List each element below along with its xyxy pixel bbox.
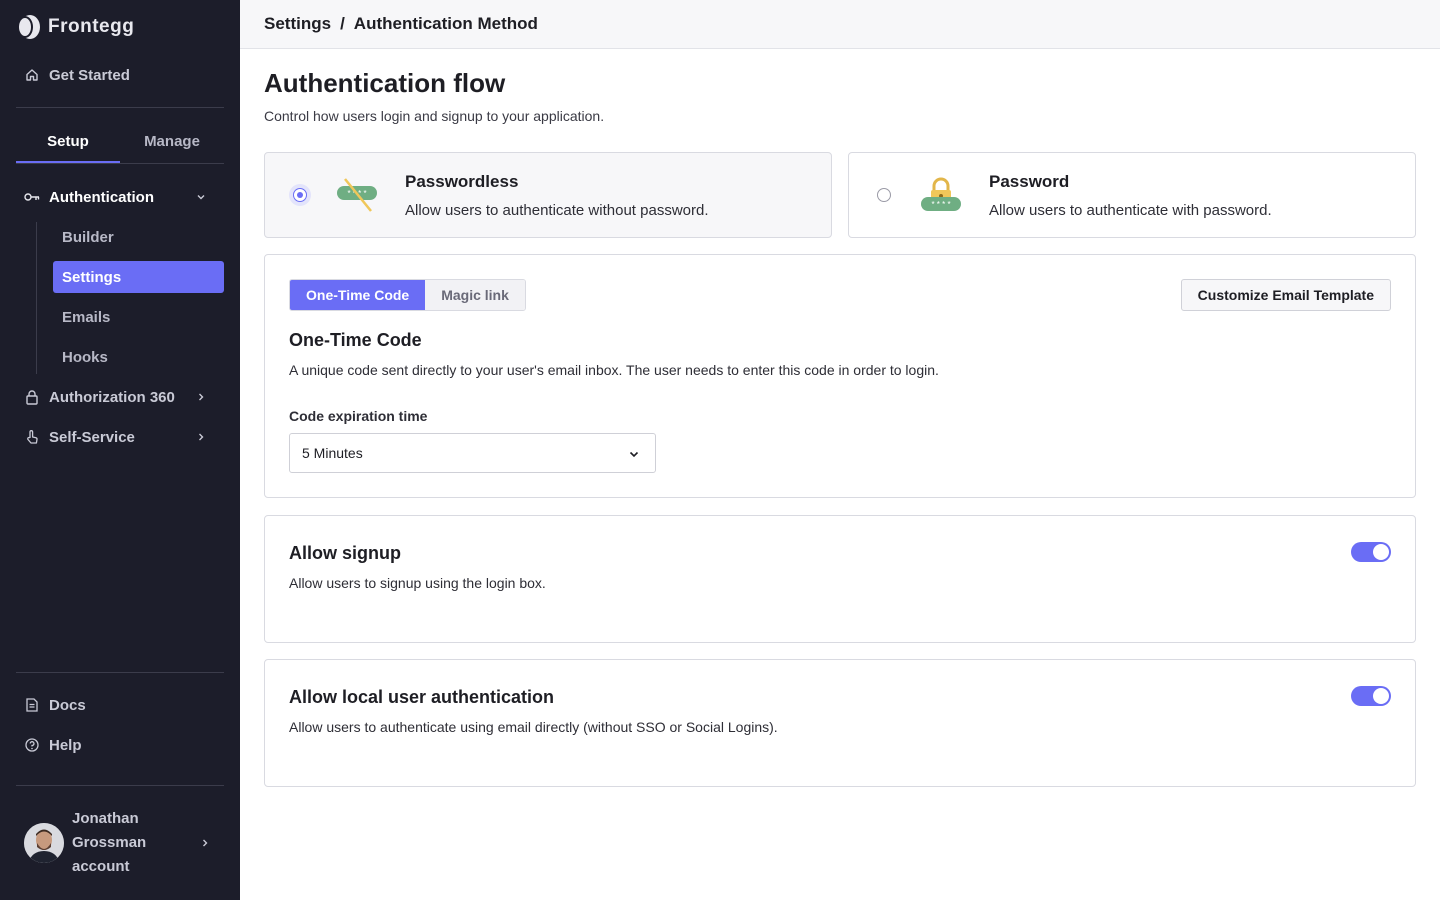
sidebar-item-settings[interactable]: Settings (53, 261, 224, 293)
sidebar-item-builder[interactable]: Builder (53, 221, 224, 253)
allow-signup-description: Allow users to signup using the login bo… (289, 575, 546, 591)
document-icon (24, 697, 40, 713)
frontegg-logo-icon (17, 15, 40, 39)
sidebar: Frontegg Get Started Setup Manage Authen… (0, 0, 240, 900)
nav-label: Docs (49, 696, 86, 714)
breadcrumb: Settings / Authentication Method (240, 0, 1440, 49)
login-method-segmented-control: One-Time Code Magic link (289, 279, 526, 311)
hand-pointer-icon (24, 429, 40, 445)
chevron-down-icon (629, 451, 639, 458)
password-radio[interactable] (877, 188, 891, 202)
chevron-right-icon (199, 393, 204, 401)
nav-docs[interactable]: Docs (16, 689, 224, 721)
code-expiration-select[interactable]: 5 Minutes (289, 433, 656, 473)
breadcrumb-current: Authentication Method (353, 14, 538, 33)
divider (16, 107, 224, 108)
passwordless-option-card[interactable]: * * * * Passwordless Allow users to auth… (264, 152, 832, 238)
chevron-right-icon (203, 839, 208, 847)
divider (16, 672, 224, 673)
customize-email-template-button[interactable]: Customize Email Template (1180, 279, 1391, 311)
nav-self-service[interactable]: Self-Service (16, 421, 224, 453)
user-name: Jonathan Grossman account (72, 810, 147, 875)
chevron-down-icon (197, 195, 205, 200)
avatar (24, 823, 64, 863)
nav-label: Self-Service (49, 428, 135, 446)
nav-get-started[interactable]: Get Started (16, 59, 224, 91)
sidebar-item-emails[interactable]: Emails (53, 301, 224, 333)
allow-signup-title: Allow signup (289, 543, 401, 563)
app-name: Frontegg (48, 16, 135, 37)
tab-setup[interactable]: Setup (16, 122, 120, 163)
allow-local-auth-panel: Allow local user authentication Allow us… (264, 659, 1416, 787)
nav-label: Get Started (49, 66, 130, 84)
page-title: Authentication flow (264, 68, 506, 98)
password-description: Allow users to authenticate with passwor… (989, 202, 1272, 219)
tab-one-time-code[interactable]: One-Time Code (290, 280, 426, 310)
passwordless-radio[interactable] (293, 188, 307, 202)
nav-label: Authentication (49, 188, 154, 206)
chevron-right-icon (199, 433, 204, 441)
code-expiration-label: Code expiration time (289, 408, 428, 424)
sidebar-item-hooks[interactable]: Hooks (53, 341, 224, 373)
tab-magic-link[interactable]: Magic link (425, 280, 525, 310)
allow-signup-panel: Allow signup Allow users to signup using… (264, 515, 1416, 643)
allow-local-auth-title: Allow local user authentication (289, 687, 555, 707)
passwordless-title: Passwordless (405, 172, 519, 191)
breadcrumb-settings[interactable]: Settings (264, 14, 331, 34)
svg-text:* * * *: * * * * (931, 200, 950, 209)
lock-icon (24, 389, 40, 405)
allow-local-auth-toggle[interactable] (1351, 686, 1391, 706)
page-subtitle: Control how users login and signup to yo… (264, 108, 605, 124)
password-lock-icon: * * * * (921, 177, 961, 211)
breadcrumb-separator: / (340, 14, 345, 33)
nav-label: Help (49, 736, 82, 754)
passwordless-description: Allow users to authenticate without pass… (405, 202, 709, 219)
password-title: Password (989, 172, 1070, 191)
one-time-code-panel: One-Time Code Magic link Customize Email… (264, 254, 1416, 498)
tab-manage[interactable]: Manage (120, 122, 224, 163)
main-content: Settings / Authentication Method Authent… (240, 0, 1440, 900)
home-icon (24, 67, 40, 83)
allow-signup-toggle[interactable] (1351, 542, 1391, 562)
help-circle-icon (24, 737, 40, 753)
passwordless-icon: * * * * (337, 178, 377, 212)
nav-authentication[interactable]: Authentication (16, 181, 224, 213)
nav-label: Authorization 360 (49, 388, 175, 406)
code-expiration-value: 5 Minutes (302, 445, 363, 461)
subnav-line (36, 222, 37, 374)
one-time-code-title: One-Time Code (289, 330, 422, 350)
one-time-code-description: A unique code sent directly to your user… (289, 362, 939, 378)
user-account-menu[interactable]: Jonathan Grossman account (24, 806, 224, 880)
allow-local-auth-description: Allow users to authenticate using email … (289, 719, 778, 735)
divider (16, 785, 224, 786)
sidebar-tabs: Setup Manage (16, 122, 224, 164)
logo[interactable]: Frontegg (16, 14, 134, 40)
key-icon (24, 189, 40, 205)
password-option-card[interactable]: * * * * Password Allow users to authenti… (848, 152, 1416, 238)
nav-authorization-360[interactable]: Authorization 360 (16, 381, 224, 413)
nav-help[interactable]: Help (16, 729, 224, 761)
